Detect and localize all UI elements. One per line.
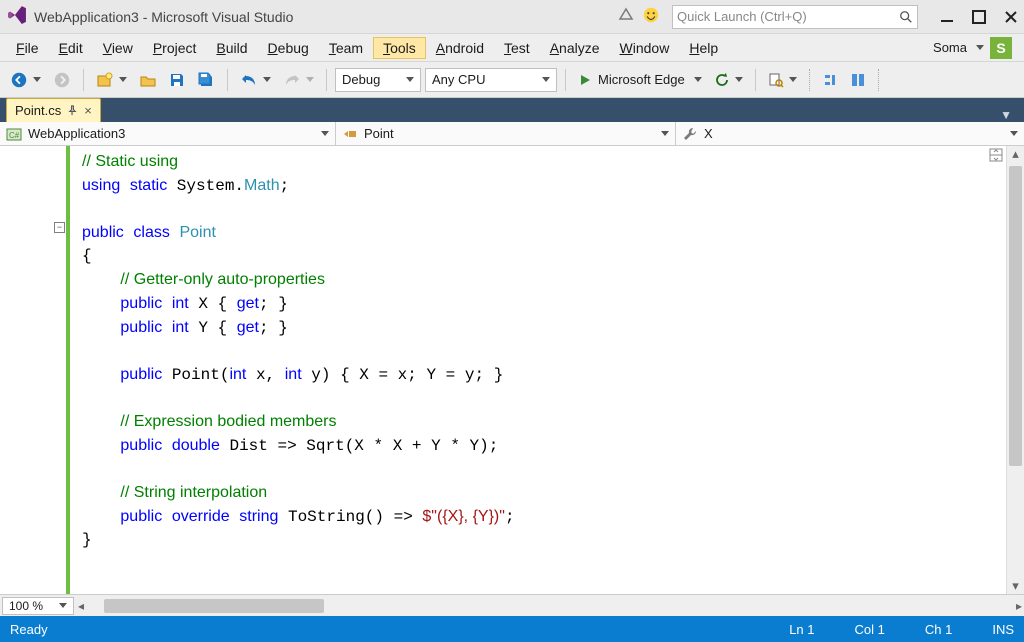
quick-launch-placeholder: Quick Launch (Ctrl+Q)	[677, 9, 899, 24]
nav-type-combo[interactable]: Point	[336, 122, 676, 145]
feedback-smile-icon[interactable]	[642, 6, 660, 27]
menubar: FileEditViewProjectBuildDebugTeamToolsAn…	[0, 34, 1024, 62]
platform-combo[interactable]: Any CPU	[425, 68, 557, 92]
save-button[interactable]	[165, 70, 189, 90]
window-title: WebApplication3 - Microsoft Visual Studi…	[34, 9, 293, 25]
scroll-thumb[interactable]	[1009, 166, 1022, 466]
scroll-down-arrow[interactable]: ▾	[1007, 578, 1024, 594]
config-combo[interactable]: Debug	[335, 68, 421, 92]
new-project-button[interactable]	[92, 69, 131, 91]
editor-gutter[interactable]: −	[0, 146, 70, 594]
split-horizontal-icon[interactable]	[989, 148, 1003, 165]
vertical-scrollbar[interactable]: ▴ ▾	[1006, 146, 1024, 594]
code-area[interactable]: // Static using using static System.Math…	[70, 146, 986, 594]
menu-analyze[interactable]: Analyze	[540, 37, 610, 59]
tab-point-cs[interactable]: Point.cs ×	[6, 98, 101, 122]
step-over-button[interactable]	[846, 70, 870, 90]
pin-icon[interactable]	[67, 105, 78, 116]
csharp-project-icon: C#	[6, 126, 22, 142]
user-name[interactable]: Soma	[933, 40, 967, 55]
menu-team[interactable]: Team	[319, 37, 373, 59]
vs-logo-icon	[6, 4, 28, 29]
minimize-button[interactable]	[940, 10, 954, 24]
menu-tools[interactable]: Tools	[373, 37, 426, 59]
toolbar: Debug Any CPU Microsoft Edge	[0, 62, 1024, 98]
change-marker	[66, 146, 70, 594]
undo-button[interactable]	[236, 70, 275, 90]
save-all-button[interactable]	[193, 69, 219, 91]
scroll-right-arrow[interactable]: ▸	[1016, 599, 1022, 613]
find-in-files-button[interactable]	[764, 70, 801, 90]
status-col: Col 1	[855, 622, 885, 637]
menu-debug[interactable]: Debug	[258, 37, 319, 59]
menu-file[interactable]: File	[6, 37, 49, 59]
start-debug-button[interactable]: Microsoft Edge	[574, 70, 706, 89]
status-ch: Ch 1	[925, 622, 952, 637]
menu-window[interactable]: Window	[610, 37, 680, 59]
nav-project-combo[interactable]: C# WebApplication3	[0, 122, 336, 145]
close-tab-button[interactable]: ×	[84, 104, 92, 117]
statusbar: Ready Ln 1 Col 1 Ch 1 INS	[0, 616, 1024, 642]
browser-refresh-button[interactable]	[710, 70, 747, 90]
scroll-up-arrow[interactable]: ▴	[1007, 146, 1024, 162]
tab-overflow-button[interactable]: ▼	[994, 108, 1018, 122]
chevron-down-icon[interactable]	[976, 45, 984, 50]
search-icon	[899, 10, 913, 24]
zoom-combo[interactable]: 100 %	[2, 597, 74, 615]
menu-project[interactable]: Project	[143, 37, 207, 59]
maximize-button[interactable]	[972, 10, 986, 24]
status-line: Ln 1	[789, 622, 814, 637]
step-into-button[interactable]	[818, 70, 842, 90]
redo-button	[279, 70, 318, 90]
close-button[interactable]	[1004, 10, 1018, 24]
navigation-bar: C# WebApplication3 Point X	[0, 122, 1024, 146]
outline-collapse-toggle[interactable]: −	[54, 222, 65, 233]
menu-help[interactable]: Help	[679, 37, 728, 59]
menu-test[interactable]: Test	[494, 37, 540, 59]
tab-label: Point.cs	[15, 103, 61, 118]
menu-build[interactable]: Build	[206, 37, 257, 59]
notifications-icon[interactable]	[618, 7, 634, 26]
quick-launch-input[interactable]: Quick Launch (Ctrl+Q)	[672, 5, 918, 29]
class-icon	[342, 126, 358, 142]
scroll-left-arrow[interactable]: ◂	[78, 599, 84, 613]
open-file-button[interactable]	[135, 69, 161, 91]
menu-android[interactable]: Android	[426, 37, 494, 59]
nav-forward-button	[49, 69, 75, 91]
svg-text:C#: C#	[9, 131, 20, 140]
wrench-icon	[682, 126, 698, 142]
horizontal-scrollbar[interactable]	[88, 597, 1012, 615]
menu-edit[interactable]: Edit	[49, 37, 93, 59]
editor-footer: 100 % ◂ ▸	[0, 594, 1024, 616]
user-badge[interactable]: S	[990, 37, 1012, 59]
document-tabstrip: Point.cs × ▼	[0, 98, 1024, 122]
status-ready: Ready	[10, 622, 48, 637]
status-ins: INS	[992, 622, 1014, 637]
editor: − // Static using using static System.Ma…	[0, 146, 1024, 616]
menu-view[interactable]: View	[93, 37, 143, 59]
nav-member-combo[interactable]: X	[676, 122, 1024, 145]
titlebar: WebApplication3 - Microsoft Visual Studi…	[0, 0, 1024, 34]
nav-back-button[interactable]	[6, 69, 45, 91]
